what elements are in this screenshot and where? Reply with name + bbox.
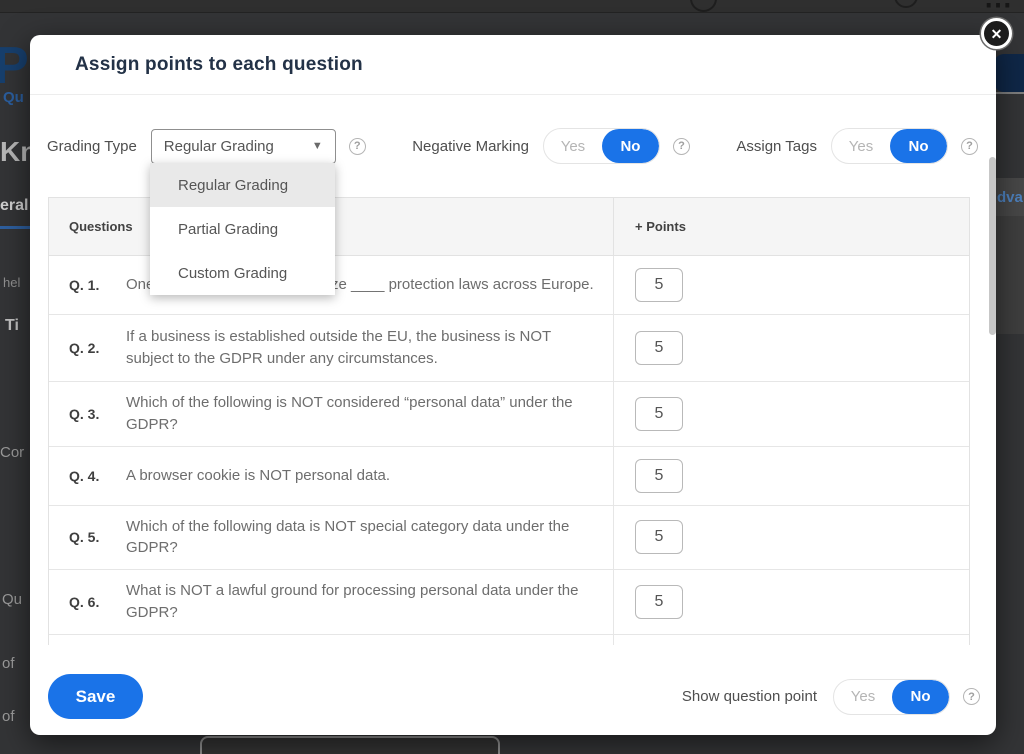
dropdown-option-custom-grading[interactable]: Custom Grading	[150, 251, 335, 295]
left-text-fragment-of2: of	[2, 709, 15, 724]
question-text: Which of the following data is NOT speci…	[126, 516, 601, 560]
table-row: Q. 2. If a business is established outsi…	[49, 315, 969, 382]
overflow-menu-icon: ⋯	[984, 0, 1014, 19]
question-number: Q. 2.	[69, 340, 126, 356]
left-text-fragment-qu: Qu	[2, 592, 22, 607]
save-button[interactable]: Save	[48, 674, 143, 719]
modal-header: Assign points to each question	[30, 35, 996, 95]
background-header-band	[0, 0, 1024, 13]
brand-sub-label: Qu	[3, 90, 24, 105]
question-text: What is NOT a lawful ground for processi…	[126, 580, 601, 624]
grading-type-dropdown-menu: Regular Grading Partial Grading Custom G…	[150, 163, 335, 295]
modal-close-button[interactable]: ✕	[981, 18, 1012, 49]
show-question-point-toggle[interactable]: Yes No	[833, 679, 950, 715]
left-text-fragment-of1: of	[2, 656, 15, 671]
question-text: Which of the following is NOT considered…	[126, 392, 601, 436]
section-title-fragment: Ti	[5, 318, 19, 334]
assign-tags-toggle[interactable]: Yes No	[831, 128, 948, 164]
brand-logo: P	[0, 40, 29, 92]
points-input[interactable]	[635, 331, 683, 365]
assign-tags-label: Assign Tags	[736, 138, 817, 155]
negative-marking-help-icon[interactable]: ?	[673, 138, 690, 155]
points-input[interactable]	[635, 397, 683, 431]
question-number: Q. 6.	[69, 594, 126, 610]
tab-general-fragment: eral	[0, 198, 28, 214]
question-text: If a business is established outside the…	[126, 326, 601, 370]
left-text-fragment-cor: Cor	[0, 445, 24, 460]
negative-marking-toggle[interactable]: Yes No	[543, 128, 660, 164]
grading-type-label: Grading Type	[47, 138, 137, 155]
points-input[interactable]	[635, 520, 683, 554]
background-divider-fragment	[996, 92, 1024, 94]
points-input[interactable]	[635, 585, 683, 619]
negative-marking-group: Negative Marking Yes No ?	[412, 128, 690, 164]
question-number: Q. 4.	[69, 468, 126, 484]
question-text: A browser cookie is NOT personal data.	[126, 465, 390, 487]
toggle-yes-option[interactable]: Yes	[834, 680, 892, 714]
table-row: Q. 5. Which of the following data is NOT…	[49, 506, 969, 571]
table-row: Q. 4. A browser cookie is NOT personal d…	[49, 447, 969, 506]
grading-type-selected-value: Regular Grading	[164, 138, 312, 155]
assign-tags-help-icon[interactable]: ?	[961, 138, 978, 155]
question-number: Q. 1.	[69, 277, 126, 293]
toggle-yes-option[interactable]: Yes	[832, 129, 890, 163]
grading-type-group: Grading Type Regular Grading ▼ ?	[47, 129, 366, 164]
background-panel-fragment	[996, 216, 1024, 334]
question-number: Q. 3.	[69, 406, 126, 422]
grading-type-select[interactable]: Regular Grading ▼	[151, 129, 336, 164]
points-input[interactable]	[635, 268, 683, 302]
negative-marking-label: Negative Marking	[412, 138, 529, 155]
close-icon: ✕	[991, 27, 1003, 41]
modal-scrollbar[interactable]	[989, 157, 996, 335]
background-save-button-fragment	[994, 54, 1024, 92]
table-row: Q. 6. What is NOT a lawful ground for pr…	[49, 570, 969, 635]
show-question-point-group: Show question point Yes No ?	[682, 674, 980, 719]
table-row: Q. 3. Which of the following is NOT cons…	[49, 382, 969, 447]
assign-points-modal: Assign points to each question Grading T…	[30, 35, 996, 735]
tab-advanced-fragment: dva	[997, 190, 1023, 205]
question-number: Q. 5.	[69, 529, 126, 545]
show-question-point-label: Show question point	[682, 688, 817, 705]
show-question-point-help-icon[interactable]: ?	[963, 688, 980, 705]
toggle-no-option[interactable]: No	[602, 129, 659, 163]
dropdown-option-partial-grading[interactable]: Partial Grading	[150, 207, 335, 251]
assign-tags-group: Assign Tags Yes No ?	[736, 128, 978, 164]
active-tab-underline	[0, 226, 30, 229]
dropdown-option-regular-grading[interactable]: Regular Grading	[150, 163, 335, 207]
modal-title: Assign points to each question	[75, 54, 363, 76]
toggle-yes-option[interactable]: Yes	[544, 129, 602, 163]
toggle-no-option[interactable]: No	[892, 680, 949, 714]
grading-type-help-icon[interactable]: ?	[349, 138, 366, 155]
grading-controls-row: Grading Type Regular Grading ▼ ? Negativ…	[30, 128, 996, 164]
toggle-no-option[interactable]: No	[890, 129, 947, 163]
background-input-fragment	[200, 736, 500, 754]
points-column-header: + Points	[613, 198, 969, 255]
helper-text-fragment: hel	[3, 276, 20, 289]
chevron-down-icon: ▼	[312, 140, 323, 152]
table-row-clipped	[49, 635, 969, 646]
points-input[interactable]	[635, 459, 683, 493]
